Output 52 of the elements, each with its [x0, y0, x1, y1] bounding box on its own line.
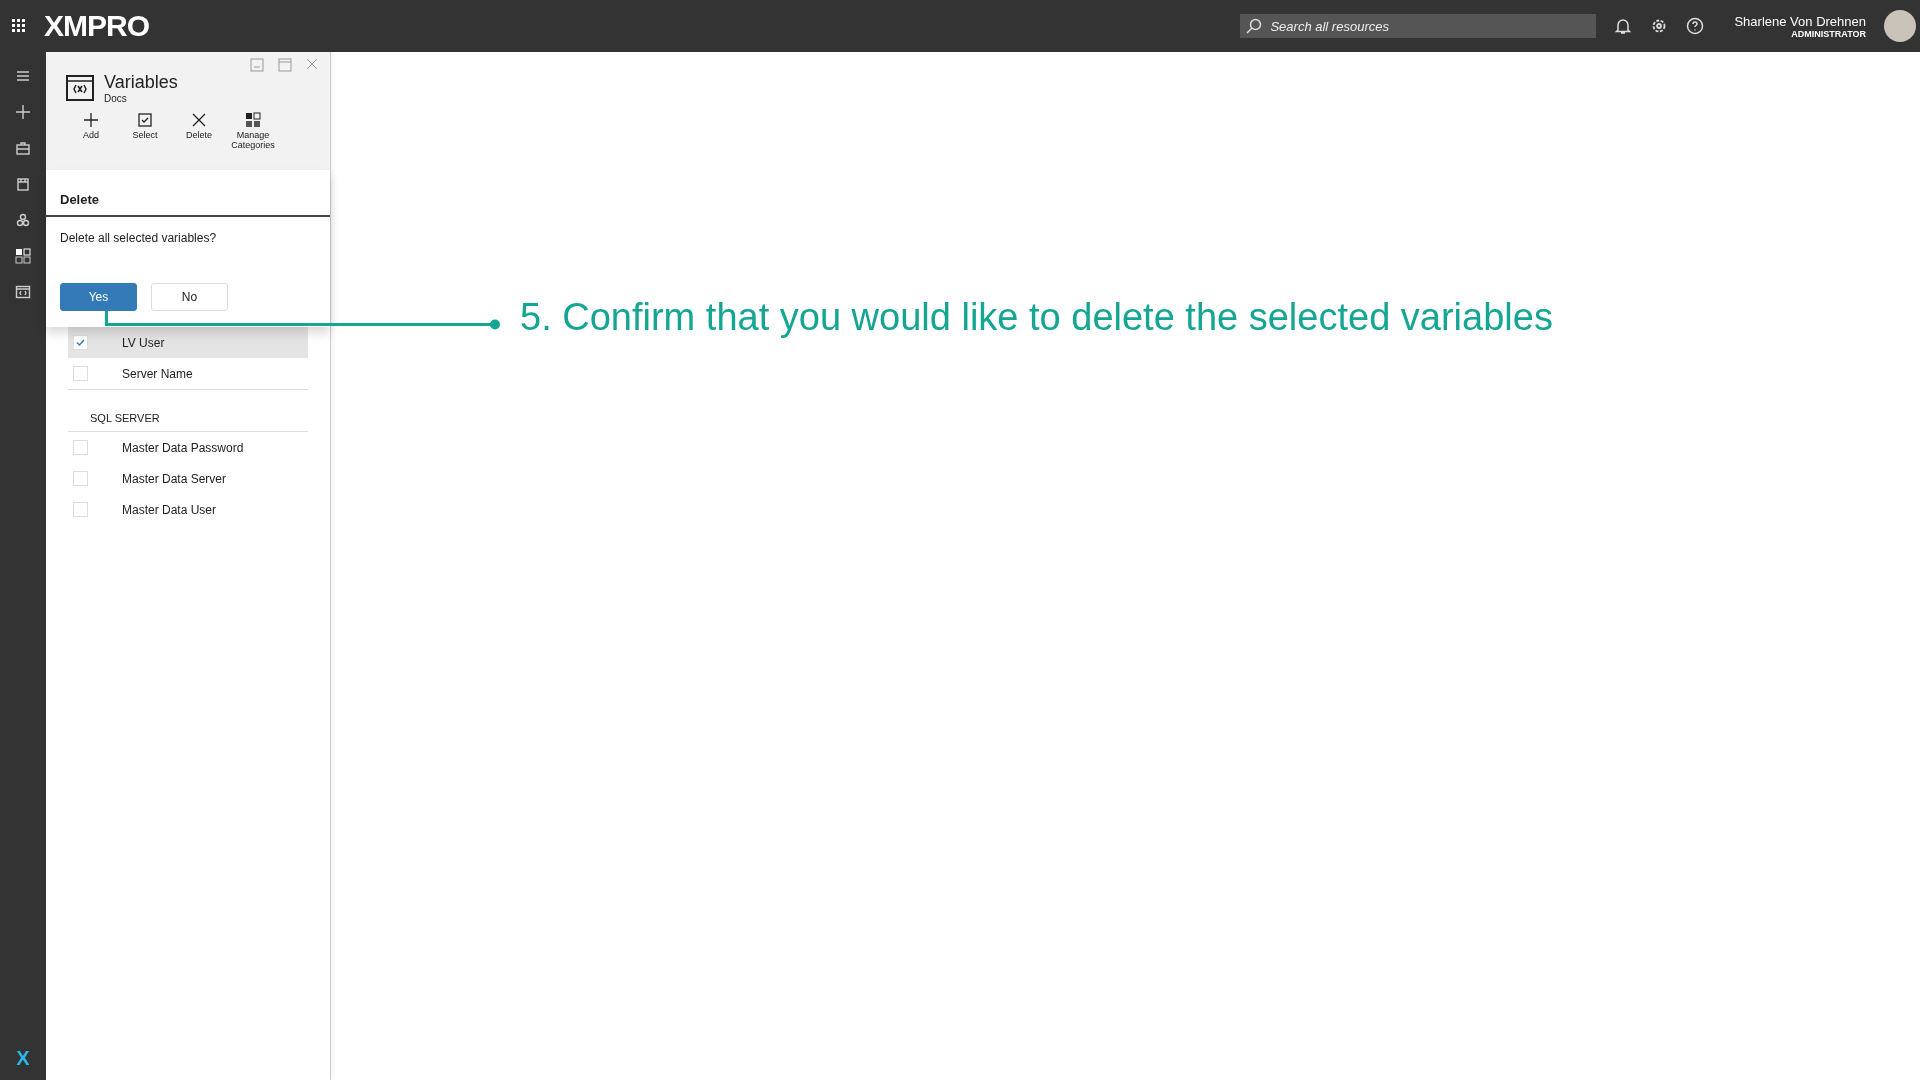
variable-row[interactable]: LV User	[68, 327, 308, 358]
search-field[interactable]: Search all resources	[1268, 17, 1591, 35]
user-name: Sharlene Von Drehnen	[1734, 13, 1866, 29]
search-icon	[1246, 18, 1263, 34]
row-checkbox[interactable]	[73, 366, 88, 381]
close-icon[interactable]	[306, 58, 318, 72]
panel-subtitle: Docs	[104, 93, 128, 104]
apps-grid-icon	[15, 248, 31, 264]
delete-tool-button[interactable]: Delete	[174, 112, 224, 150]
confirm-button[interactable]: Yes	[60, 283, 137, 311]
plus-icon	[83, 112, 99, 128]
app-logo: XMPRO	[44, 9, 149, 43]
help-icon[interactable]	[1686, 17, 1705, 35]
select-tool-button[interactable]: Select	[120, 112, 170, 150]
gears-icon	[15, 212, 31, 228]
variable-row[interactable]: Server Name	[68, 358, 308, 389]
variable-row[interactable]: Master Data Server	[68, 463, 308, 494]
user-role: ADMINISTRATOR	[1791, 28, 1866, 39]
variable-row[interactable]: Master Data User	[68, 494, 308, 525]
categories-tool-button[interactable]: Manage Categories	[228, 112, 278, 150]
variable-name: Master Data Server	[122, 471, 227, 486]
add-tool-button[interactable]: Add	[66, 112, 116, 150]
variable-name: LV User	[122, 335, 165, 350]
annotation-text: 5. Confirm that you would like to delete the selected variables	[520, 296, 1553, 339]
row-checkbox[interactable]	[73, 502, 88, 517]
checkbox-icon	[137, 112, 153, 128]
variables-icon	[66, 75, 94, 101]
group-heading: SQL SERVER	[68, 390, 308, 432]
row-checkbox[interactable]	[73, 440, 88, 455]
panel-title: Variables	[104, 72, 178, 93]
box-icon	[15, 176, 31, 192]
apps-launcher-icon[interactable]	[12, 19, 26, 33]
footer-logo: X	[16, 1047, 30, 1070]
cancel-button[interactable]: No	[151, 283, 228, 311]
menu-icon	[15, 68, 31, 84]
dialog-title: Delete	[46, 170, 330, 217]
user-avatar[interactable]	[1884, 10, 1916, 42]
variable-row[interactable]: Master Data Password	[68, 432, 308, 463]
plus-icon	[15, 104, 31, 120]
variables-icon	[15, 284, 31, 300]
dialog-message: Delete all selected variables?	[59, 230, 218, 247]
variable-name: Server Name	[122, 366, 193, 381]
briefcase-icon	[15, 140, 31, 156]
row-checkbox[interactable]	[73, 335, 88, 350]
notification-bell-icon[interactable]	[1614, 17, 1633, 35]
row-checkbox[interactable]	[73, 471, 88, 486]
search-bar[interactable]: Search all resources	[1240, 14, 1597, 38]
close-icon	[191, 112, 207, 128]
variable-name: Master Data User	[122, 502, 217, 517]
check-icon	[76, 338, 85, 347]
variable-name: Master Data Password	[122, 440, 244, 455]
grid-icon	[245, 112, 261, 128]
